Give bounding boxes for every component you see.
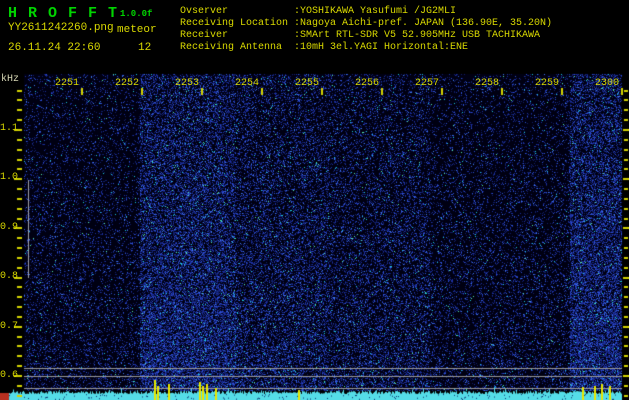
location-value: :Nagoya Aichi-pref. JAPAN (136.90E, 35.2…	[294, 18, 553, 29]
info-row-observer: Ovserver :YOSHIKAWA Yasufumi /JG2MLI	[180, 6, 552, 18]
time-tick-label: 2255	[295, 78, 320, 89]
freq-tick-label: 0.9	[0, 222, 19, 233]
info-row-antenna: Receiving Antenna :10mH 3el.YAGI Horizon…	[180, 42, 552, 54]
hrofft-window: H R O F F T 1.0.0f YY2611242260.png mete…	[0, 0, 629, 400]
time-tick-label: 2300	[595, 78, 620, 89]
datetime-label: 26.11.24 22:60	[8, 42, 101, 54]
mode-label: meteor	[117, 24, 157, 36]
freq-tick-label: 1.1	[0, 123, 19, 134]
receiver-value: :SMArt RTL-SDR V5 52.905MHz USB TACHIKAW…	[294, 30, 541, 41]
receiver-label: Receiver	[180, 30, 229, 41]
meteor-count: 12	[138, 42, 152, 54]
antenna-label: Receiving Antenna	[180, 42, 283, 53]
time-tick-label: 2254	[235, 78, 260, 89]
time-tick-label: 2259	[535, 78, 560, 89]
antenna-value: :10mH 3el.YAGI Horizontal:ENE	[294, 42, 469, 53]
time-tick-label: 2257	[415, 78, 440, 89]
time-tick-label: 2252	[115, 78, 140, 89]
app-title: H R O F F T	[8, 5, 119, 22]
station-info: Ovserver :YOSHIKAWA Yasufumi /JG2MLI Rec…	[180, 6, 552, 54]
freq-tick-label: 0.7	[0, 321, 19, 332]
freq-tick-label: 0.8	[0, 271, 19, 282]
time-tick-label: 2253	[175, 78, 200, 89]
spectrogram-canvas	[0, 72, 629, 400]
info-row-location: Receiving Location :Nagoya Aichi-pref. J…	[180, 18, 552, 30]
observer-value: :YOSHIKAWA Yasufumi /JG2MLI	[294, 6, 457, 17]
freq-axis-unit: kHz	[1, 74, 20, 85]
freq-tick-label: 1.0	[0, 172, 19, 183]
time-tick-label: 2258	[475, 78, 500, 89]
time-tick-label: 2251	[55, 78, 80, 89]
app-version: 1.0.0f	[120, 9, 153, 19]
freq-tick-label: 0.6	[0, 370, 19, 381]
time-tick-label: 2256	[355, 78, 380, 89]
location-label: Receiving Location	[180, 18, 289, 29]
info-row-receiver: Receiver :SMArt RTL-SDR V5 52.905MHz USB…	[180, 30, 552, 42]
observer-label: Ovserver	[180, 6, 229, 17]
output-filename: YY2611242260.png	[8, 22, 114, 34]
